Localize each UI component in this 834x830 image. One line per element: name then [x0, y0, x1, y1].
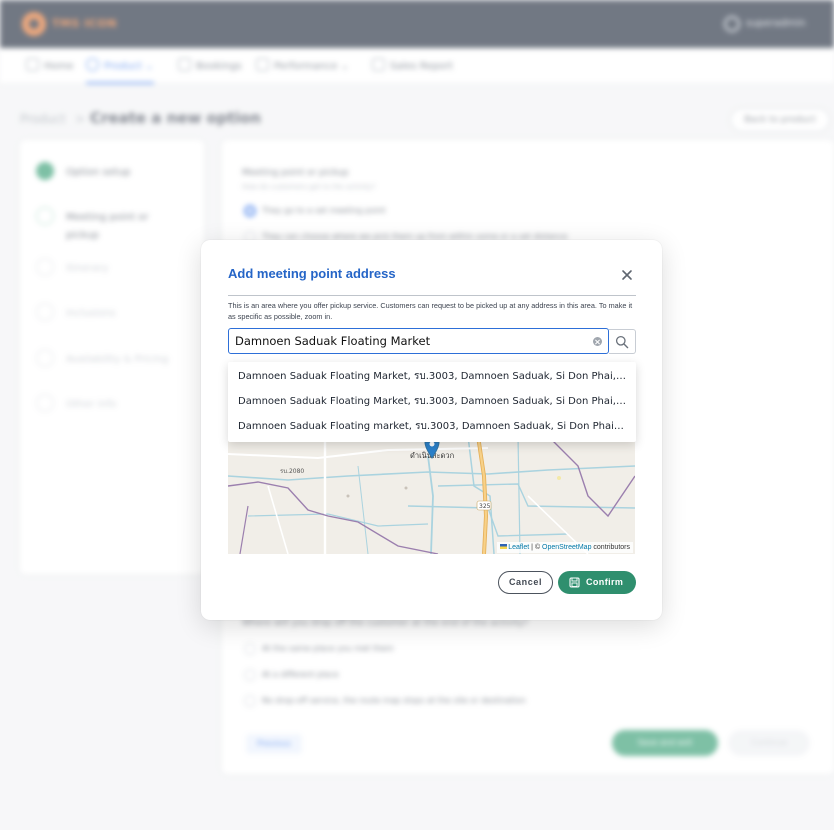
- osm-link[interactable]: OpenStreetMap: [542, 544, 591, 551]
- map-label: รบ.2080: [280, 468, 304, 475]
- attribution-separator: | ©: [529, 544, 543, 551]
- dialog-title: Add meeting point address: [228, 266, 396, 281]
- map-view[interactable]: รบ.2080 325 ดำเนินสะดวก Leaflet | © Open…: [228, 436, 635, 554]
- address-search-input[interactable]: [235, 332, 585, 350]
- save-icon: [569, 577, 580, 588]
- dialog-description: This is an area where you offer pickup s…: [228, 301, 633, 321]
- confirm-button[interactable]: Confirm: [558, 571, 636, 594]
- search-button[interactable]: [609, 329, 636, 354]
- suggestion-item[interactable]: Damnoen Saduak Floating market, รบ.3003,…: [228, 414, 636, 439]
- map-attribution: Leaflet | © OpenStreetMap contributors: [497, 542, 633, 553]
- add-meeting-point-dialog: Add meeting point address This is an are…: [201, 240, 662, 620]
- address-suggestions: Damnoen Saduak Floating Market, รบ.3003,…: [228, 362, 636, 442]
- close-icon[interactable]: [620, 267, 634, 281]
- suggestion-item[interactable]: Damnoen Saduak Floating Market, รบ.3003,…: [228, 389, 636, 414]
- address-search-box: [228, 328, 609, 354]
- ukraine-flag-icon: [500, 544, 508, 549]
- leaflet-link[interactable]: Leaflet: [508, 544, 529, 551]
- title-divider: [228, 295, 636, 296]
- cancel-button[interactable]: Cancel: [498, 571, 553, 594]
- confirm-label: Confirm: [586, 577, 624, 587]
- attribution-tail: contributors: [591, 544, 630, 551]
- search-icon: [615, 335, 629, 349]
- clear-icon[interactable]: [593, 337, 602, 346]
- suggestion-item[interactable]: Damnoen Saduak Floating Market, รบ.3003,…: [228, 364, 636, 389]
- map-label: 325: [479, 503, 491, 510]
